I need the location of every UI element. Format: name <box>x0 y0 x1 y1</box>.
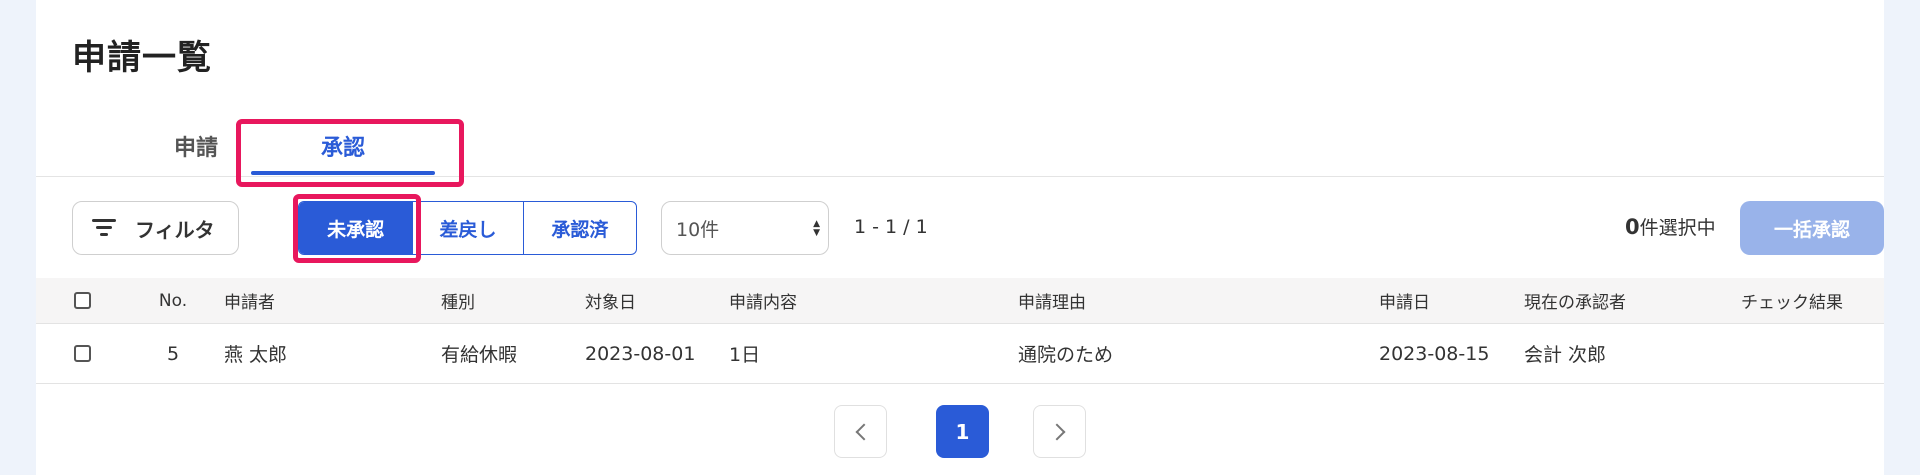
status-filter-unapproved[interactable]: 未承認 <box>299 202 414 254</box>
status-filter-group: 未承認 差戻し 承認済 <box>298 201 637 255</box>
per-page-value: 10件 <box>676 218 720 241</box>
row-applicant: 燕 太郎 <box>224 344 288 366</box>
header-target-date: 対象日 <box>585 293 636 313</box>
header-applied-date: 申請日 <box>1379 293 1430 313</box>
filter-button[interactable]: フィルタ <box>72 201 239 255</box>
tab-approve-label: 承認 <box>320 136 365 161</box>
row-target-date: 2023-08-01 <box>585 342 696 365</box>
header-check-result: チェック結果 <box>1741 293 1843 313</box>
selected-count: 0件選択中 <box>1625 213 1716 240</box>
pagination-next-button[interactable] <box>1033 405 1086 458</box>
header-type: 種別 <box>441 293 475 313</box>
main-card: 申請一覧 申請 承認 フィルタ 未承認 差戻し 承認済 10件 ▲ ▼ 1 - 1… <box>36 0 1884 475</box>
select-arrows-icon: ▲ ▼ <box>813 219 820 238</box>
filter-button-label: フィルタ <box>135 217 215 242</box>
select-all-checkbox[interactable] <box>74 292 91 309</box>
status-filter-approved[interactable]: 承認済 <box>524 202 636 254</box>
row-approver: 会計 次郎 <box>1524 344 1607 366</box>
page-title: 申請一覧 <box>72 38 212 78</box>
tab-approve[interactable]: 承認 <box>243 115 443 177</box>
row-applied-date: 2023-08-15 <box>1379 342 1490 365</box>
row-checkbox[interactable] <box>74 345 91 362</box>
pagination-page-1[interactable]: 1 <box>936 405 989 458</box>
row-reason: 通院のため <box>1018 344 1114 366</box>
header-applicant: 申請者 <box>224 293 275 313</box>
chevron-left-icon <box>855 423 872 440</box>
header-no: No. <box>158 290 188 311</box>
status-filter-returned[interactable]: 差戻し <box>413 202 524 254</box>
select-all-cell <box>74 278 91 323</box>
row-type: 有給休暇 <box>441 344 518 366</box>
active-tab-underline <box>251 171 435 175</box>
header-approver: 現在の承認者 <box>1524 293 1626 313</box>
selected-count-number: 0 <box>1625 215 1640 239</box>
tab-bar: 申請 承認 <box>36 115 1884 177</box>
chevron-right-icon <box>1048 423 1065 440</box>
per-page-select[interactable]: 10件 ▲ ▼ <box>661 201 829 255</box>
row-no: 5 <box>166 342 180 365</box>
header-content: 申請内容 <box>729 293 797 313</box>
bulk-approve-button[interactable]: 一括承認 <box>1740 201 1884 255</box>
filter-icon <box>91 219 117 237</box>
row-content: 1日 <box>729 344 761 366</box>
selected-count-suffix: 件選択中 <box>1639 217 1716 239</box>
header-reason: 申請理由 <box>1018 293 1086 313</box>
table-row[interactable]: 5 燕 太郎 有給休暇 2023-08-01 1日 通院のため 2023-08-… <box>36 324 1884 384</box>
table-header: No. 申請者 種別 対象日 申請内容 申請理由 申請日 現在の承認者 チェック… <box>36 278 1884 324</box>
row-select-cell <box>74 324 91 383</box>
result-range: 1 - 1 / 1 <box>854 216 928 238</box>
pagination-prev-button[interactable] <box>834 405 887 458</box>
